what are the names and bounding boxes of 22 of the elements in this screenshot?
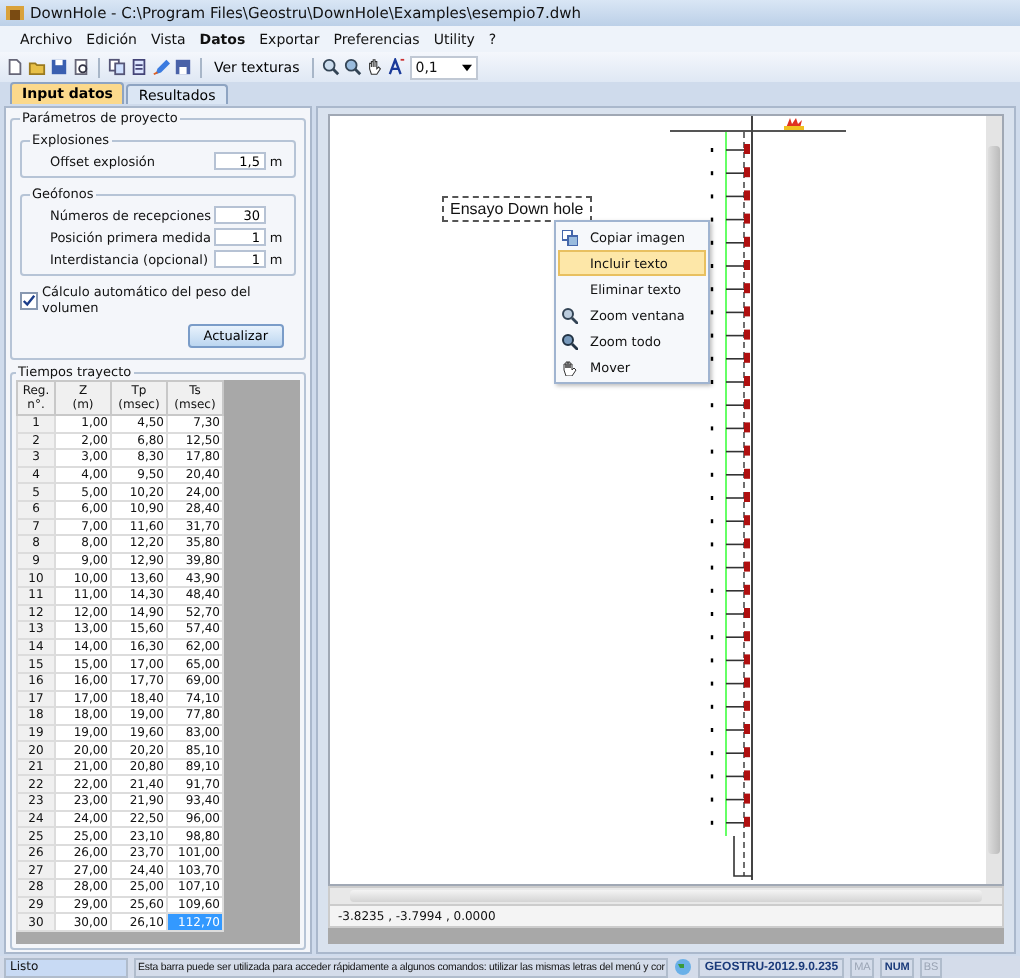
zoom-icon[interactable]	[321, 58, 340, 76]
save-icon[interactable]	[50, 58, 68, 76]
new-file-icon[interactable]	[6, 58, 24, 76]
folder-icon[interactable]	[28, 58, 46, 76]
dropdown-arrow-icon	[461, 63, 472, 71]
copy-icon[interactable]	[108, 58, 126, 76]
font-size-icon[interactable]	[387, 58, 406, 76]
checkbox[interactable]	[20, 291, 38, 309]
zoom-icon	[561, 307, 577, 323]
app-icon	[6, 4, 24, 22]
zoom-icon[interactable]	[343, 58, 362, 76]
save-icon[interactable]	[174, 58, 192, 76]
zoom-icon	[561, 333, 577, 349]
pen-icon[interactable]	[152, 58, 170, 76]
hand-icon	[561, 359, 577, 375]
vertical-scrollbar[interactable]	[986, 116, 1002, 884]
hand-icon[interactable]	[365, 58, 384, 76]
horizontal-scrollbar[interactable]	[328, 886, 1004, 906]
copy-icon	[561, 229, 577, 245]
document-icon[interactable]	[72, 58, 90, 76]
globe-icon	[674, 958, 693, 976]
document-icon[interactable]	[130, 58, 148, 76]
